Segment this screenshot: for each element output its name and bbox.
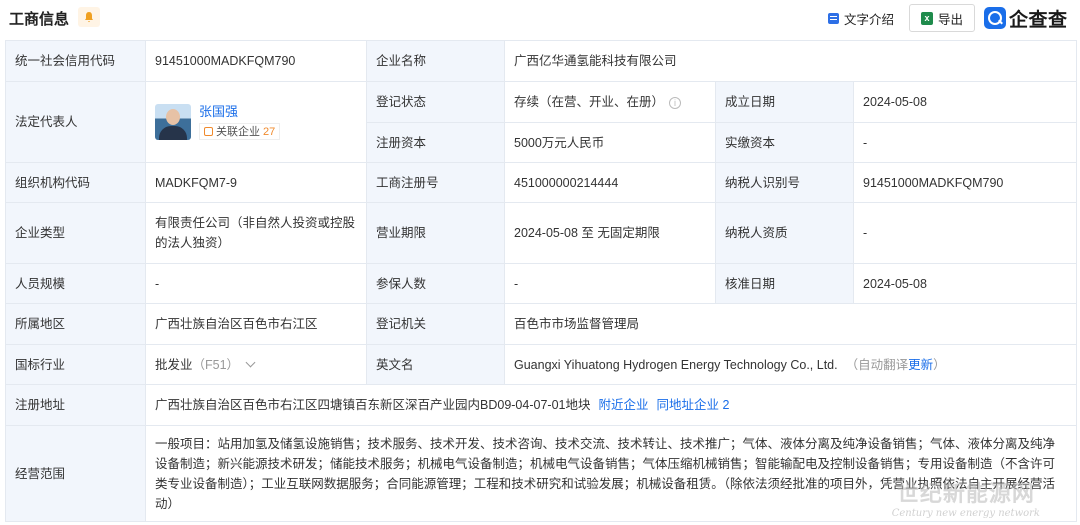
org-code-value: MADKFQM7-9 (145, 162, 367, 203)
staff-size-value: - (145, 263, 367, 304)
founded-value: 2024-05-08 (852, 81, 1078, 123)
section-title: 工商信息 (9, 11, 70, 28)
industry-label: 国标行业 (5, 344, 146, 385)
term-value: 2024-05-08 至 无固定期限 (504, 202, 716, 264)
taxpayer-qual-value: - (852, 202, 1078, 264)
table-row: 所属地区 广西壮族自治区百色市右江区 登记机关 百色市市场监督管理局 (5, 303, 1078, 345)
english-name-value: Guangxi Yihuatong Hydrogen Energy Techno… (514, 357, 838, 372)
link-icon (204, 127, 213, 136)
scope-label: 经营范围 (5, 425, 146, 522)
company-name-value: 广西亿华通氢能科技有限公司 (503, 40, 1078, 82)
region-value: 广西壮族自治区百色市右江区 (145, 303, 367, 345)
info-icon[interactable]: i (669, 96, 682, 109)
table-row: 组织机构代码 MADKFQM7-9 工商注册号 451000000214444 … (5, 162, 1078, 203)
biz-reg-no-label: 工商注册号 (366, 162, 505, 203)
english-name-label: 英文名 (366, 344, 505, 385)
reg-authority-value: 百色市市场监督管理局 (503, 303, 1078, 345)
company-type-value: 有限责任公司（非自然人投资或控股的法人独资） (145, 202, 367, 264)
section-header: 工商信息 文字介绍 x 导出 企查查 (0, 0, 1080, 38)
table-row: 国标行业 批发业（F51） 英文名 Guangxi Yihuatong Hydr… (5, 344, 1078, 385)
export-button[interactable]: x 导出 (909, 4, 975, 32)
reg-status-label: 登记状态 (366, 81, 505, 123)
brand-logo: 企查查 (984, 5, 1068, 31)
founded-label: 成立日期 (715, 81, 854, 123)
insured-label: 参保人数 (366, 263, 505, 304)
industry-value: 批发业 (155, 357, 193, 372)
term-label: 营业期限 (366, 202, 505, 264)
text-intro-label: 文字介绍 (844, 12, 895, 27)
company-type-label: 企业类型 (5, 202, 146, 264)
region-label: 所属地区 (5, 303, 146, 345)
watermark-en: Century new energy network (891, 508, 1040, 519)
reg-authority-label: 登记机关 (366, 303, 505, 345)
address-value: 广西壮族自治区百色市右江区四塘镇百东新区深百产业园内BD09-04-07-01地… (155, 398, 591, 412)
table-row: 统一社会信用代码 91451000MADKFQM790 企业名称 广西亿华通氢能… (5, 40, 1078, 82)
related-label: 关联企业 (216, 125, 260, 138)
reg-capital-label: 注册资本 (366, 122, 505, 163)
address-cell: 广西壮族自治区百色市右江区四塘镇百东新区深百产业园内BD09-04-07-01地… (144, 384, 1078, 426)
reg-status-value: 存续（在营、开业、在册） (514, 95, 665, 109)
qichacha-logo-icon (984, 7, 1006, 29)
document-icon (828, 12, 839, 24)
auto-translate-note: （自动翻译 (845, 357, 909, 372)
approval-date-label: 核准日期 (715, 263, 854, 304)
brand-name: 企查查 (1009, 9, 1068, 31)
table-row: 人员规模 - 参保人数 - 核准日期 2024-05-08 (5, 263, 1078, 304)
watermark-cn: 世纪新能源网 (896, 481, 1035, 506)
excel-icon: x (920, 11, 933, 25)
insured-value: - (504, 263, 716, 304)
taxpayer-id-value: 91451000MADKFQM790 (852, 162, 1078, 203)
related-count: 27 (263, 125, 276, 138)
nearby-companies-link[interactable]: 附近企业 (598, 398, 648, 412)
related-companies-badge[interactable]: 关联企业 27 (199, 123, 281, 140)
auto-translate-close: ） (933, 357, 946, 372)
table-row: 企业类型 有限责任公司（非自然人投资或控股的法人独资） 营业期限 2024-05… (5, 202, 1078, 264)
address-label: 注册地址 (5, 384, 146, 426)
watermark: 世纪新能源网 Century new energy network (892, 476, 1040, 519)
paid-capital-label: 实缴资本 (715, 122, 854, 163)
legal-rep-cell: 张国强 关联企业 27 (145, 81, 367, 163)
org-code-label: 组织机构代码 (5, 162, 146, 203)
table-row: 法定代表人 张国强 关联企业 27 登记状态 存续（在营、开业、在册） i 成立日… (5, 81, 1078, 163)
bell-icon[interactable] (78, 7, 100, 27)
legal-rep-name-link[interactable]: 张国强 (199, 102, 280, 122)
english-name-cell: Guangxi Yihuatong Hydrogen Energy Techno… (503, 344, 1078, 385)
staff-size-label: 人员规模 (5, 263, 146, 304)
table-row: 注册地址 广西壮族自治区百色市右江区四塘镇百东新区深百产业园内BD09-04-0… (5, 384, 1078, 426)
legal-rep-label: 法定代表人 (5, 81, 146, 163)
paid-capital-value: - (852, 122, 1078, 163)
industry-cell[interactable]: 批发业（F51） (145, 344, 367, 385)
industry-code: （F51） (192, 357, 240, 372)
approval-date-value: 2024-05-08 (852, 263, 1078, 304)
text-intro-button[interactable]: 文字介绍 (828, 7, 894, 29)
biz-reg-no-value: 451000000214444 (504, 162, 716, 203)
same-address-link[interactable]: 同地址企业 2 (657, 398, 730, 412)
credit-code-label: 统一社会信用代码 (5, 40, 146, 82)
credit-code-value: 91451000MADKFQM790 (145, 40, 367, 82)
update-link[interactable]: 更新 (908, 358, 933, 372)
reg-status-cell: 存续（在营、开业、在册） i (504, 81, 716, 123)
export-label: 导出 (937, 12, 963, 27)
taxpayer-id-label: 纳税人识别号 (715, 162, 854, 203)
chevron-down-icon[interactable] (245, 357, 256, 367)
business-info-table: 统一社会信用代码 91451000MADKFQM790 企业名称 广西亿华通氢能… (5, 40, 1078, 522)
avatar[interactable] (155, 104, 191, 140)
company-name-label: 企业名称 (366, 40, 505, 82)
reg-capital-value: 5000万元人民币 (504, 122, 716, 163)
taxpayer-qual-label: 纳税人资质 (715, 202, 854, 264)
